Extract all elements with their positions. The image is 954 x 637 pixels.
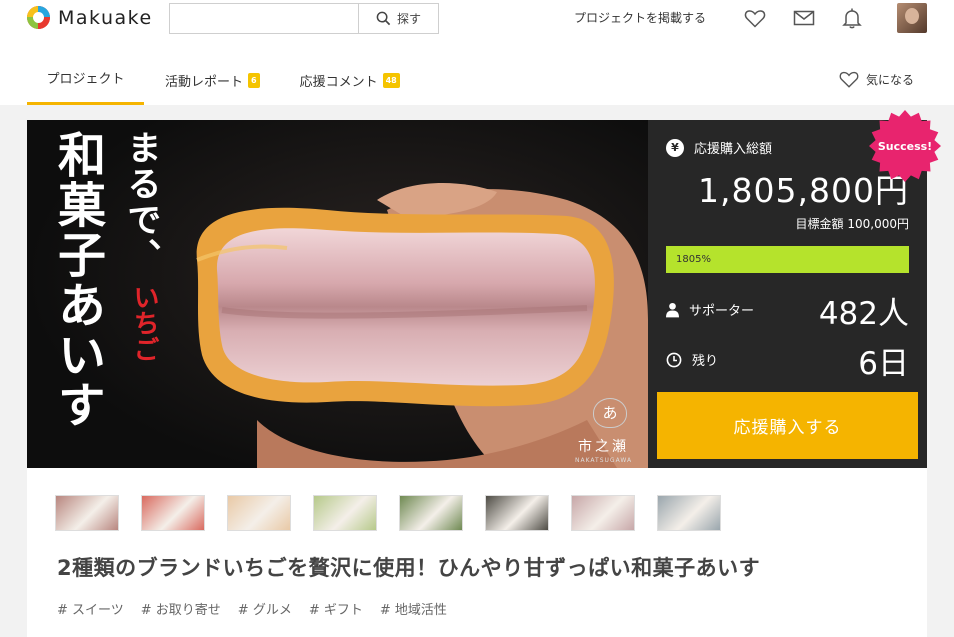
thumbnail[interactable] (227, 495, 291, 531)
remaining-row: 残り (666, 350, 718, 369)
brand-logo-mark: あ (593, 398, 627, 428)
thumbnail[interactable] (657, 495, 721, 531)
supporters-count: 482人 (818, 296, 909, 332)
goal-amount: 目標金額 100,000円 (795, 217, 909, 231)
catchcopy-sub: まるで、 (121, 130, 161, 274)
project-tabs: プロジェクト 活動レポート 6 応援コメント 48 (27, 55, 400, 105)
brand-name: 市之瀬 (578, 439, 629, 455)
clock-icon (666, 352, 682, 367)
thumbnail[interactable] (55, 495, 119, 531)
thumbnail[interactable] (485, 495, 549, 531)
site-header: Makuake 探す プロジェクトを掲載する プロジェクト 活動レポート 6 応… (0, 0, 954, 105)
success-badge-label: Success! (877, 139, 933, 153)
tag-link[interactable]: # ギフト (309, 599, 363, 618)
tag-link[interactable]: # グルメ (238, 599, 292, 618)
search-button[interactable]: 探す (358, 4, 438, 33)
bell-icon[interactable] (840, 6, 864, 30)
tab-support-comments[interactable]: 応援コメント 48 (300, 55, 400, 105)
catchcopy-strawberry: いちご (129, 284, 159, 362)
tab-label: 活動レポート (165, 74, 244, 90)
thumbnail[interactable] (399, 495, 463, 531)
funding-progress-bar: 1805% (666, 246, 909, 273)
person-icon (666, 302, 679, 317)
post-project-link[interactable]: プロジェクトを掲載する (574, 9, 706, 26)
catchcopy-main: 和菓子あいす (49, 130, 105, 430)
search-box: 探す (169, 3, 439, 34)
search-button-label: 探す (396, 12, 421, 26)
thumbnail[interactable] (571, 495, 635, 531)
remaining-label: 残り (692, 354, 719, 369)
support-purchase-button[interactable]: 応援購入する (657, 392, 918, 459)
total-label: 応援購入総額 (694, 142, 773, 157)
heart-icon[interactable] (743, 6, 767, 30)
mail-icon[interactable] (792, 6, 816, 30)
tag-link[interactable]: # お取り寄せ (141, 599, 221, 618)
tab-project[interactable]: プロジェクト (27, 55, 144, 105)
tag-list: # スイーツ # お取り寄せ # グルメ # ギフト # 地域活性 (57, 599, 447, 618)
progress-fill: 1805% (666, 246, 909, 273)
thumbnail[interactable] (141, 495, 205, 531)
search-input[interactable] (170, 4, 358, 33)
success-badge: Success! (869, 110, 941, 182)
heart-icon (839, 71, 859, 88)
project-summary-card: 2種類のブランドいちごを贅沢に使用！ひんやり甘ずっぱい和菓子あいす # スイーツ… (27, 468, 927, 637)
tab-label: 応援コメント (299, 74, 378, 90)
search-icon (376, 11, 391, 26)
tag-link[interactable]: # 地域活性 (380, 599, 447, 618)
watch-button[interactable]: 気になる (838, 68, 914, 90)
thumbnail[interactable] (313, 495, 377, 531)
project-main-image[interactable]: 和菓子あいす まるで、 いちご あ 市之瀬 NAKATSUGAWA (27, 120, 648, 468)
yen-icon: ¥ (666, 138, 684, 157)
supporters-label: サポーター (689, 304, 755, 319)
tab-label: プロジェクト (46, 71, 125, 87)
logo-text: Makuake (58, 6, 153, 29)
makuake-logo-icon (27, 6, 50, 29)
makuake-logo[interactable]: Makuake (27, 6, 153, 29)
supporters-row: サポーター (666, 300, 754, 319)
watch-label: 気になる (866, 72, 915, 87)
tag-link[interactable]: # スイーツ (57, 599, 124, 618)
brand-name-en: NAKATSUGAWA (575, 457, 633, 464)
comment-count-badge: 48 (382, 72, 400, 88)
user-avatar[interactable] (897, 3, 927, 33)
project-title: 2種類のブランドいちごを贅沢に使用！ひんやり甘ずっぱい和菓子あいす (57, 556, 761, 580)
remaining-days: 6日 (858, 346, 909, 382)
total-label-row: ¥ 応援購入総額 (666, 138, 772, 157)
tab-activity-report[interactable]: 活動レポート 6 (165, 55, 260, 105)
report-count-badge: 6 (248, 72, 260, 88)
image-thumbnails (55, 495, 721, 531)
